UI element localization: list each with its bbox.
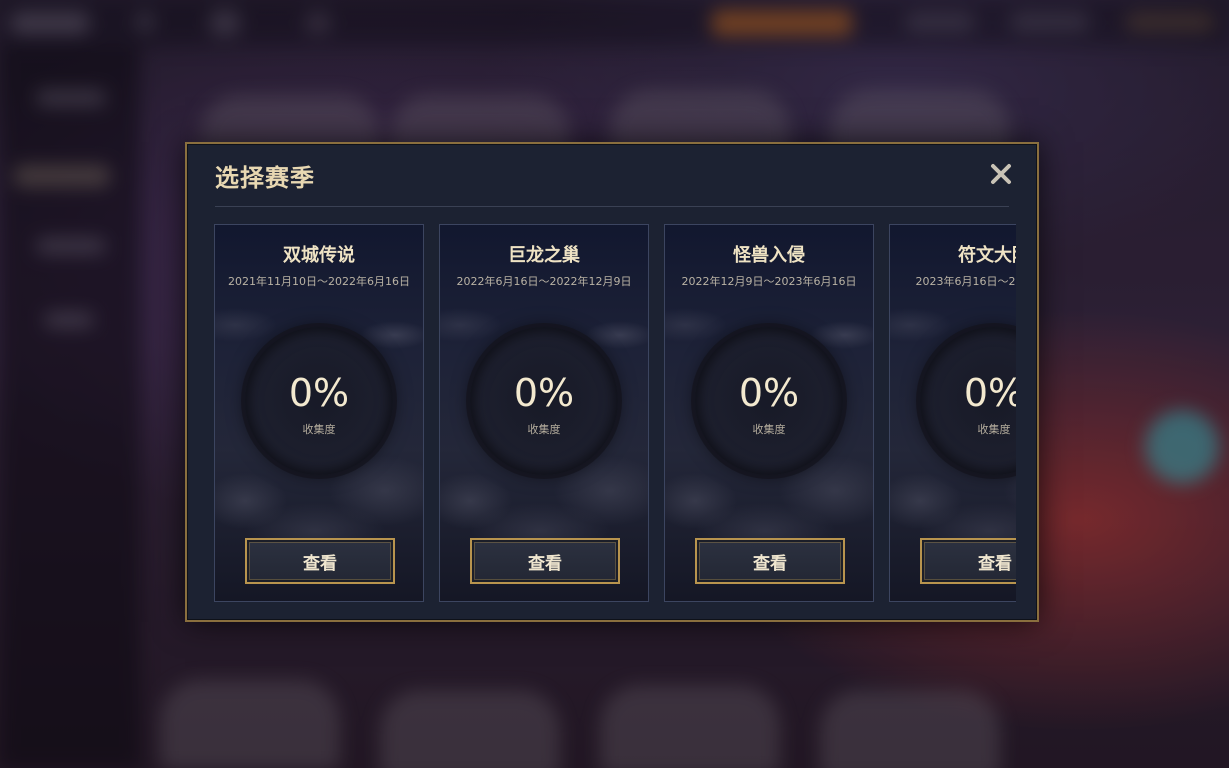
season-list[interactable]: 双城传说 2021年11月10日～2022年6月16日 0% 收集度 查看 巨龙… <box>214 224 1016 604</box>
view-button[interactable]: 查看 <box>470 538 620 584</box>
season-card[interactable]: 巨龙之巢 2022年6月16日～2022年12月9日 0% 收集度 查看 <box>439 224 649 602</box>
view-button[interactable]: 查看 <box>245 538 395 584</box>
season-select-dialog: 选择赛季 双城传说 2021年11月10日～2022年6月16日 0% 收集度 … <box>185 142 1039 622</box>
collection-percent: 0% <box>738 371 800 415</box>
collection-percent: 0% <box>513 371 575 415</box>
view-button[interactable]: 查看 <box>920 538 1016 584</box>
season-name: 怪兽入侵 <box>733 245 805 266</box>
title-divider <box>215 206 1009 207</box>
close-icon <box>991 164 1011 184</box>
dialog-title: 选择赛季 <box>215 164 315 192</box>
close-button[interactable] <box>987 160 1015 188</box>
collection-label: 收集度 <box>527 423 561 436</box>
season-card[interactable]: 双城传说 2021年11月10日～2022年6月16日 0% 收集度 查看 <box>214 224 424 602</box>
season-card[interactable]: 怪兽入侵 2022年12月9日～2023年6月16日 0% 收集度 查看 <box>664 224 874 602</box>
collection-label: 收集度 <box>977 423 1011 436</box>
collection-label: 收集度 <box>302 423 336 436</box>
collection-percent: 0% <box>963 371 1016 415</box>
season-date-range: 2022年12月9日～2023年6月16日 <box>681 275 857 288</box>
season-card[interactable]: 符文大陆 2023年6月16日～2023年11月 0% 收集度 查看 <box>889 224 1016 602</box>
collection-percent: 0% <box>288 371 350 415</box>
view-button[interactable]: 查看 <box>695 538 845 584</box>
collection-label: 收集度 <box>752 423 786 436</box>
season-date-range: 2022年6月16日～2022年12月9日 <box>456 275 632 288</box>
season-name: 符文大陆 <box>958 245 1016 266</box>
season-name: 双城传说 <box>283 245 355 266</box>
season-date-range: 2021年11月10日～2022年6月16日 <box>228 275 410 288</box>
season-date-range: 2023年6月16日～2023年11月 <box>915 275 1017 288</box>
season-name: 巨龙之巢 <box>508 245 580 266</box>
